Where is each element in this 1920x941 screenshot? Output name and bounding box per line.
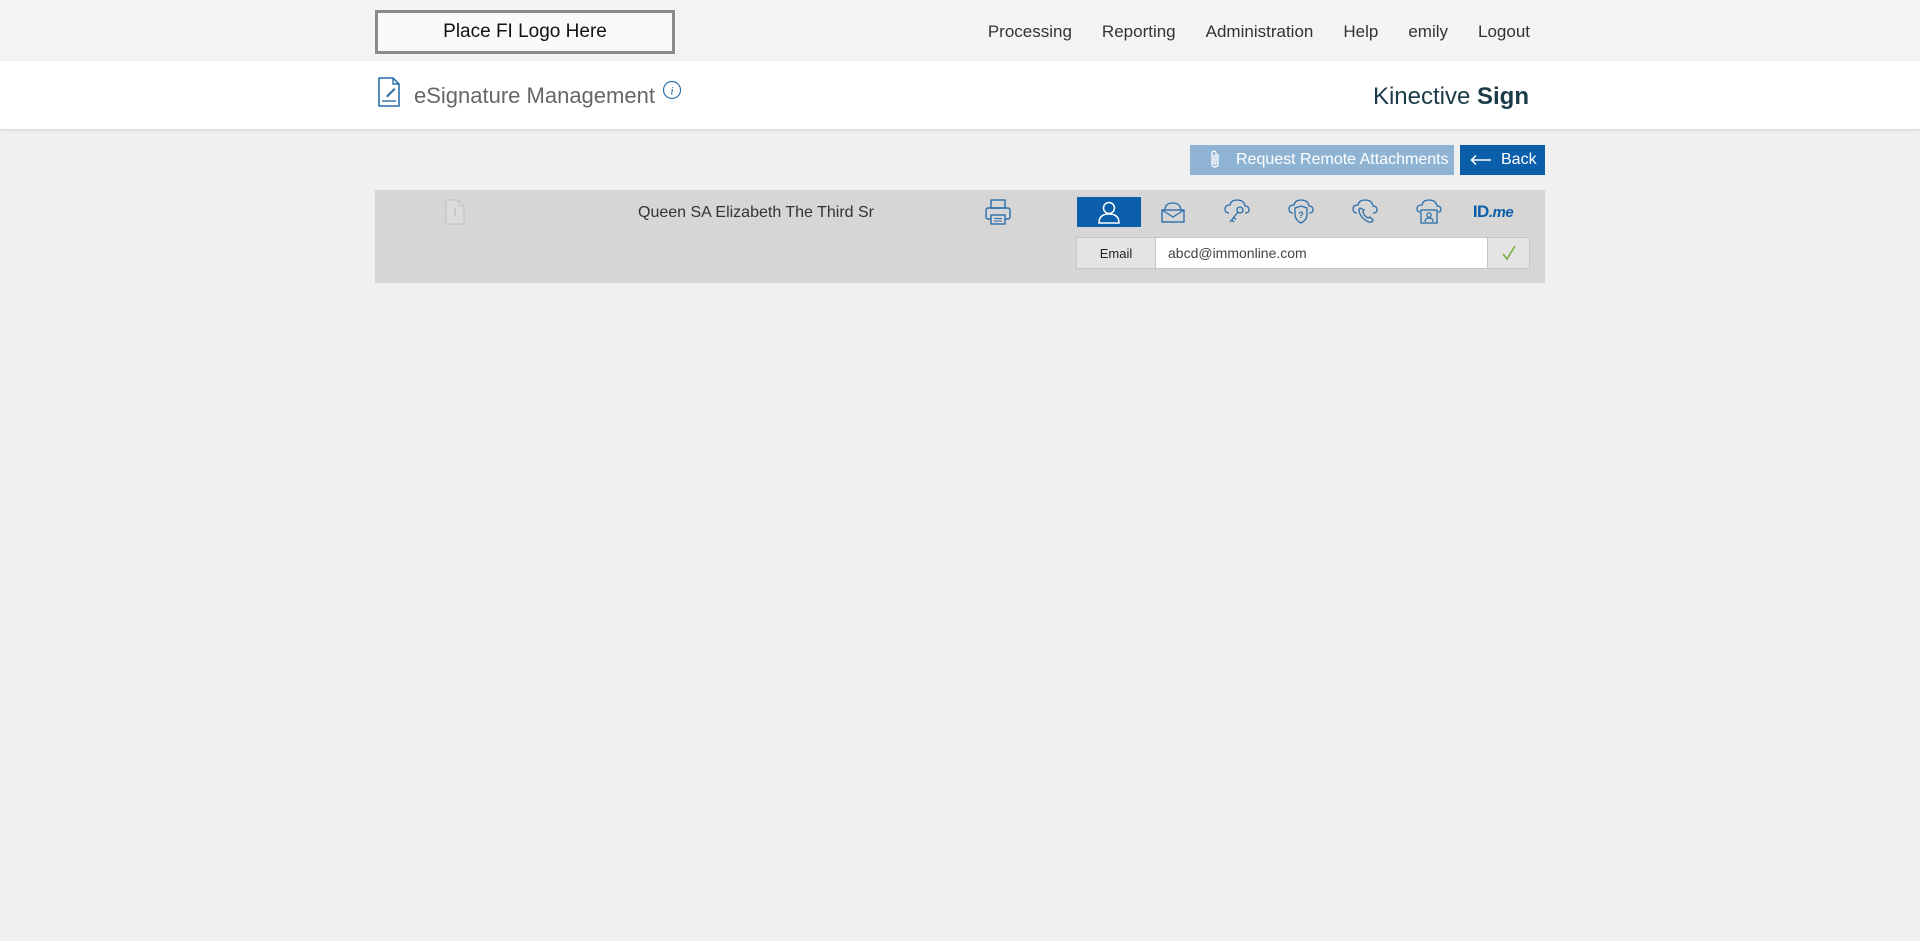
nav-reporting[interactable]: Reporting: [1102, 22, 1176, 42]
email-field[interactable]: [1156, 237, 1488, 269]
nav-logout[interactable]: Logout: [1478, 22, 1530, 42]
nav-administration[interactable]: Administration: [1206, 22, 1314, 42]
idme-logo-me: .me: [1488, 204, 1514, 221]
nav-user-menu[interactable]: emily: [1408, 22, 1448, 42]
email-auth-row: Email: [1076, 237, 1530, 269]
tab-question-cloud[interactable]: ?: [1269, 197, 1333, 227]
paperclip-icon: [1211, 150, 1219, 168]
document-icon: [445, 199, 465, 225]
page-title: eSignature Management: [414, 83, 655, 108]
svg-text:?: ?: [1298, 210, 1304, 220]
signer-name: Queen SA Elizabeth The Third Sr: [638, 204, 874, 221]
tab-email-auth[interactable]: [1077, 197, 1141, 227]
arrow-left-icon: [1470, 154, 1491, 166]
top-bar: Place FI Logo Here Processing Reporting …: [0, 0, 1920, 61]
tab-key-cloud[interactable]: [1205, 197, 1269, 227]
info-icon[interactable]: i: [662, 80, 682, 100]
nav-processing[interactable]: Processing: [988, 22, 1072, 42]
user-icon: [1098, 201, 1120, 224]
tab-email-envelope[interactable]: [1141, 197, 1205, 227]
signer-row: Queen SA Elizabeth The Third Sr ? ID.me …: [375, 190, 1545, 283]
nav-help[interactable]: Help: [1343, 22, 1378, 42]
printer-icon[interactable]: [984, 198, 1012, 226]
question-shield-icon: ?: [1288, 199, 1314, 224]
idme-logo-id: ID: [1472, 202, 1490, 221]
back-label: Back: [1501, 151, 1537, 168]
kinective-sign-brand: Kinective Sign: [1373, 83, 1529, 111]
checkmark-icon: [1501, 245, 1516, 261]
brand-text-bold: Sign: [1477, 83, 1529, 110]
request-remote-attachments-button[interactable]: Request Remote Attachments: [1190, 145, 1454, 175]
tab-id-card-cloud[interactable]: [1397, 197, 1461, 227]
confirm-email-button[interactable]: [1488, 237, 1530, 269]
document-signature-icon: [378, 77, 400, 107]
envelope-cloud-icon: [1161, 202, 1185, 223]
idme-logo: ID.me: [1472, 202, 1514, 222]
phone-cloud-icon: [1352, 199, 1378, 223]
tab-idme[interactable]: ID.me: [1461, 197, 1525, 227]
id-card-cloud-icon: [1416, 199, 1442, 224]
email-label: Email: [1076, 237, 1156, 269]
page-header: eSignature Management i Kinective Sign: [0, 61, 1920, 129]
fi-logo-placeholder: Place FI Logo Here: [375, 10, 675, 54]
back-button[interactable]: Back: [1460, 145, 1545, 175]
request-remote-attachments-label: Request Remote Attachments: [1236, 151, 1449, 168]
authentication-method-tabs: ? ID.me: [1077, 197, 1525, 227]
svg-text:i: i: [670, 84, 673, 98]
main-nav: Processing Reporting Administration Help…: [958, 22, 1530, 42]
brand-text: Kinective: [1372, 83, 1477, 110]
tab-phone-cloud[interactable]: [1333, 197, 1397, 227]
key-cloud-icon: [1224, 199, 1250, 223]
